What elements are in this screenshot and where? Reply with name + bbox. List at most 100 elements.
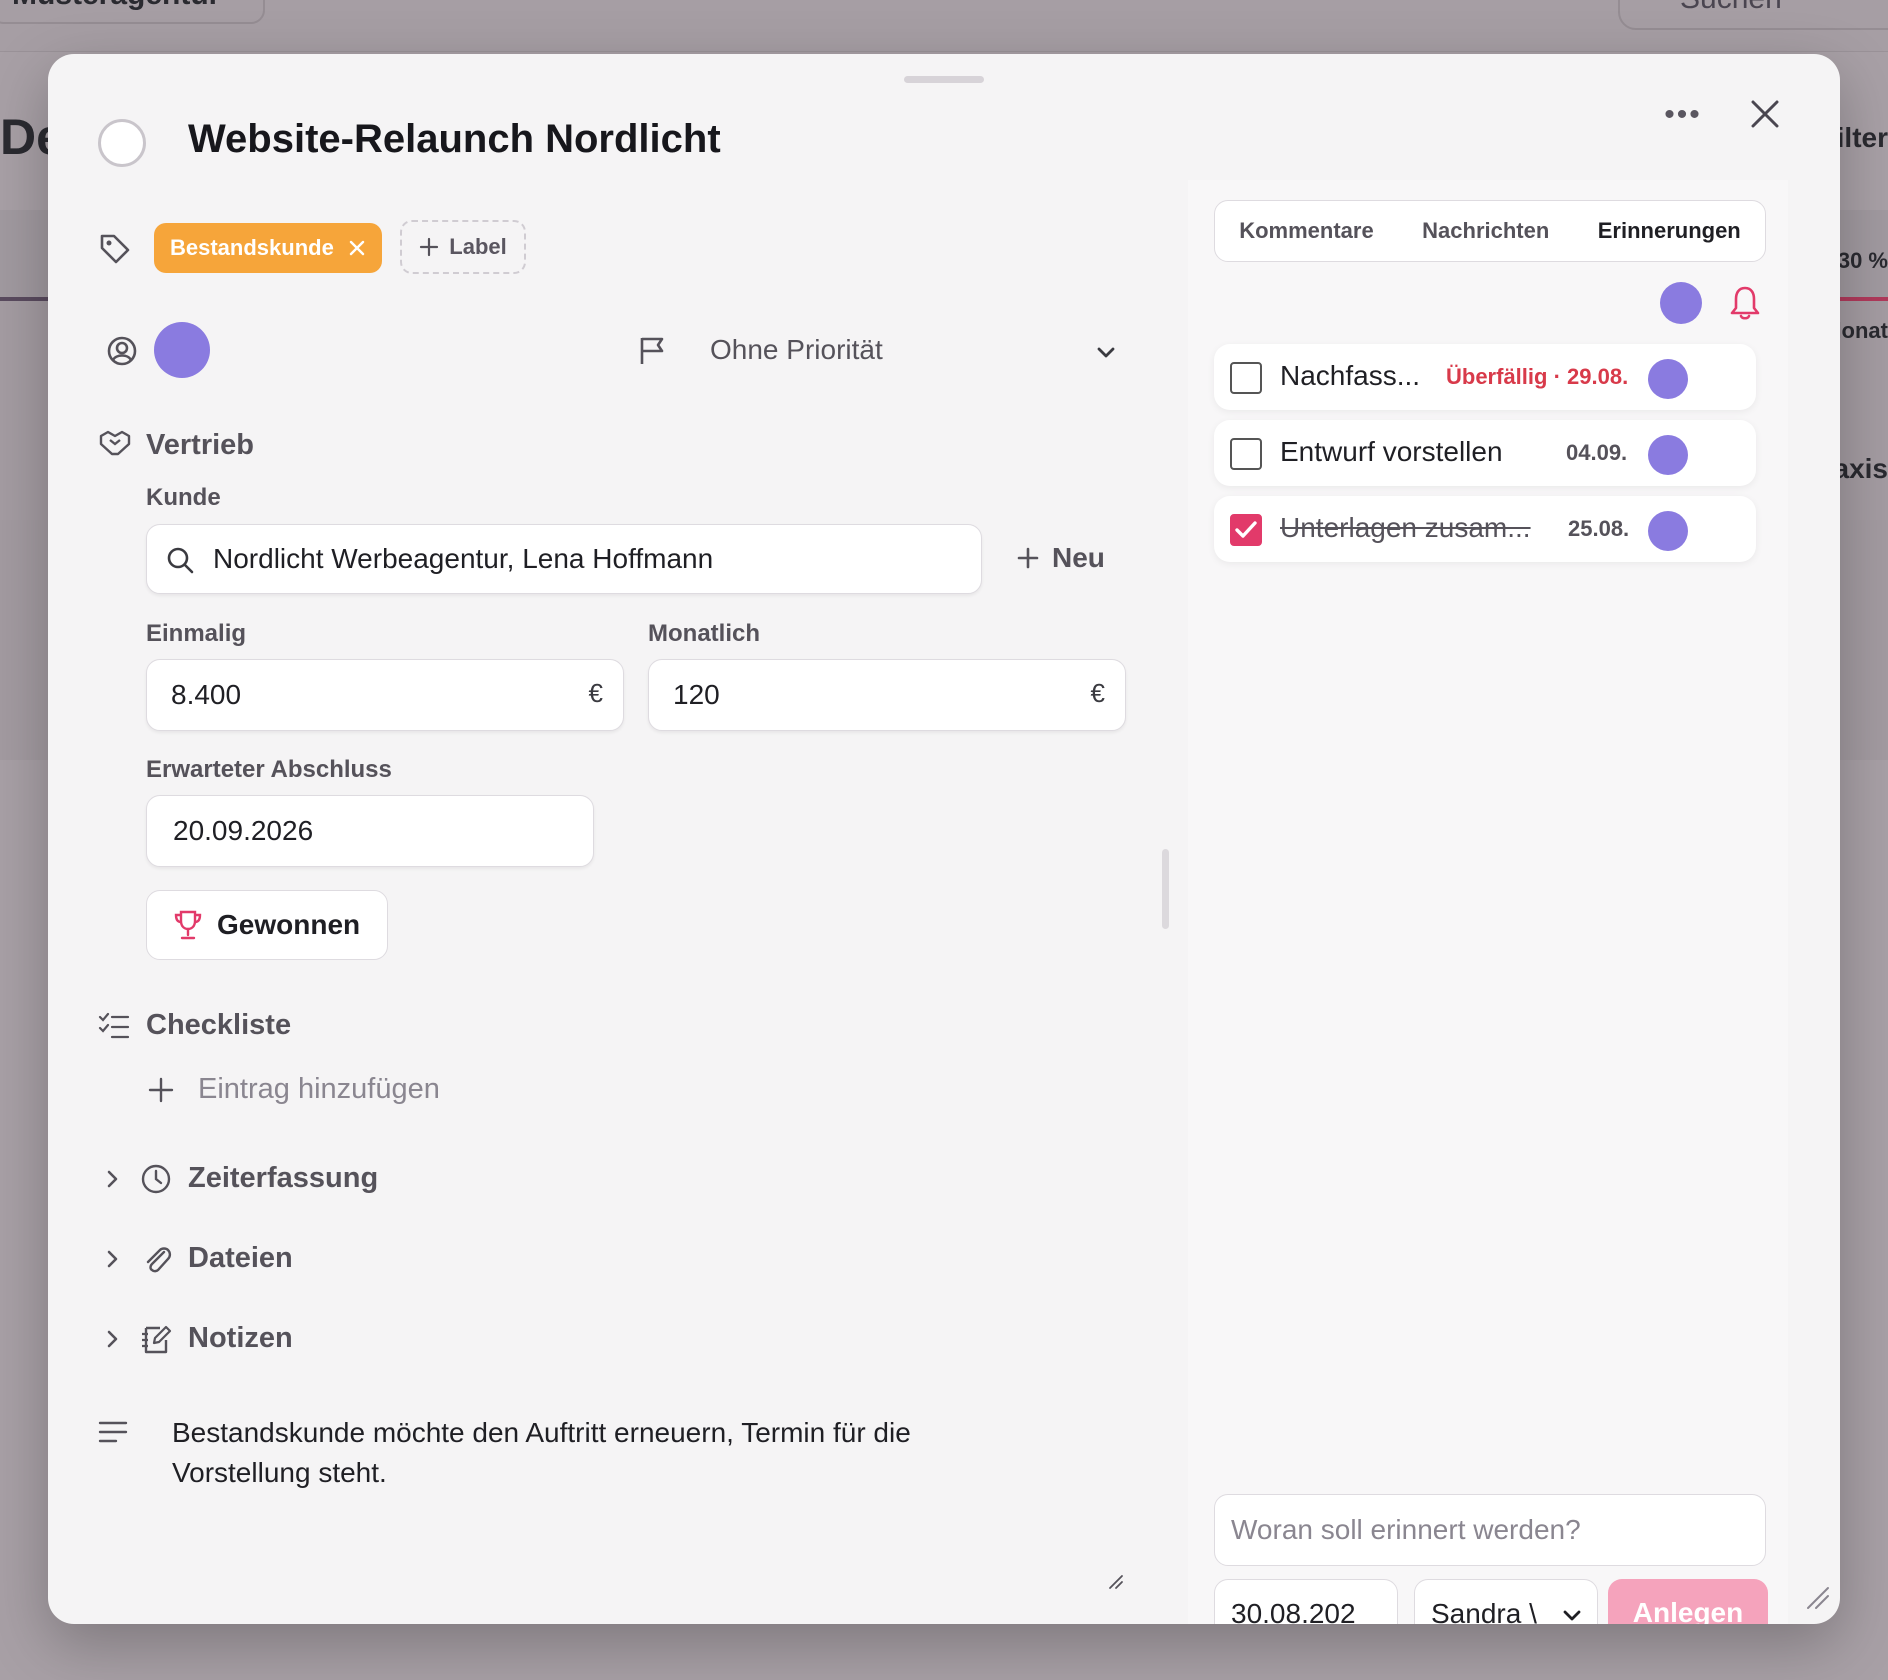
once-label: Einmalig bbox=[146, 620, 247, 647]
add-label-text: Label bbox=[449, 234, 507, 259]
section-label: Zeiterfassung bbox=[188, 1162, 379, 1194]
tag-icon bbox=[100, 234, 130, 264]
background-filter-text: ilter bbox=[1836, 122, 1888, 153]
close-date-value: 20.09.2026 bbox=[173, 815, 314, 846]
priority-select[interactable]: Ohne Priorität bbox=[710, 334, 883, 366]
reminder-assignee-avatar bbox=[1648, 511, 1688, 551]
once-amount-field[interactable]: 8.400 € bbox=[146, 659, 624, 731]
assignee-value: Sandra \ bbox=[1431, 1598, 1537, 1624]
reminder-text: Entwurf vorstellen bbox=[1280, 436, 1503, 467]
section-time-tracking[interactable]: Zeiterfassung bbox=[100, 1162, 378, 1195]
tab-reminders[interactable]: Erinnerungen bbox=[1598, 218, 1741, 244]
new-customer-button[interactable]: Neu bbox=[1016, 542, 1105, 574]
reminder-date-input[interactable]: 30.08.202 bbox=[1214, 1579, 1398, 1624]
scrollbar[interactable] bbox=[1162, 849, 1169, 929]
reminder-text: Nachfass... bbox=[1280, 360, 1421, 391]
chevron-down-icon[interactable] bbox=[1094, 340, 1118, 364]
reminder-checkbox[interactable] bbox=[1230, 362, 1262, 394]
clock-icon bbox=[141, 1164, 171, 1193]
monthly-amount-field[interactable]: 120 € bbox=[648, 659, 1126, 731]
sales-section-title: Vertrieb bbox=[146, 429, 254, 461]
customer-value: Nordlicht Werbeagentur, Lena Hoffmann bbox=[213, 543, 714, 574]
chevron-right-icon bbox=[107, 1330, 118, 1347]
monthly-amount-value: 120 bbox=[673, 679, 720, 710]
plus-icon bbox=[148, 1077, 174, 1102]
task-title[interactable]: Website-Relaunch Nordlicht bbox=[188, 117, 721, 162]
plus-icon bbox=[420, 237, 439, 257]
checkmark-icon bbox=[1235, 521, 1257, 538]
reminder-date: Überfällig · 29.08. bbox=[1446, 364, 1629, 389]
section-files[interactable]: Dateien bbox=[100, 1242, 293, 1275]
background-topbar bbox=[0, 0, 1888, 52]
label-bestandskunde[interactable]: Bestandskunde bbox=[154, 223, 382, 273]
reminder-text-input[interactable]: Woran soll erinnert werden? bbox=[1214, 1494, 1766, 1566]
close-icon bbox=[1751, 100, 1779, 128]
reminder-assignee-select[interactable]: Sandra \ bbox=[1414, 1579, 1598, 1624]
customer-label: Kunde bbox=[146, 484, 221, 511]
reminder-checkbox[interactable] bbox=[1230, 514, 1262, 546]
user-circle-icon bbox=[107, 336, 137, 366]
new-customer-text: Neu bbox=[1052, 542, 1105, 573]
currency-symbol: € bbox=[1090, 678, 1105, 708]
label-text: Bestandskunde bbox=[170, 235, 334, 260]
reminder-checkbox[interactable] bbox=[1230, 438, 1262, 470]
trophy-icon bbox=[174, 910, 202, 940]
close-date-field[interactable]: 20.09.2026 bbox=[146, 795, 594, 867]
background-month-text: lonat bbox=[1835, 318, 1888, 343]
reminder-item[interactable]: Nachfass... Überfällig · 29.08. bbox=[1214, 344, 1756, 410]
background-search: Suchen bbox=[1618, 0, 1888, 30]
tab-comments[interactable]: Kommentare bbox=[1239, 218, 1373, 244]
section-label: Dateien bbox=[188, 1242, 293, 1274]
activity-tabs: Kommentare Nachrichten Erinnerungen bbox=[1214, 200, 1766, 262]
paperclip-icon bbox=[146, 1246, 172, 1272]
won-button[interactable]: Gewonnen bbox=[146, 890, 388, 960]
chevron-right-icon bbox=[107, 1170, 118, 1187]
close-button[interactable] bbox=[1743, 92, 1787, 136]
reminder-item[interactable]: Entwurf vorstellen 04.09. bbox=[1214, 420, 1756, 486]
won-button-text: Gewonnen bbox=[217, 909, 361, 940]
reminder-text: Unterlagen zusam... bbox=[1280, 512, 1531, 543]
description-icon bbox=[98, 1421, 128, 1443]
once-amount-value: 8.400 bbox=[171, 679, 242, 710]
background-workspace-switcher: Musteragentur bbox=[0, 0, 265, 24]
background-percent-text: 30 % bbox=[1837, 248, 1888, 273]
reminder-assignee-avatar bbox=[1648, 359, 1688, 399]
checklist-icon bbox=[98, 1012, 130, 1039]
section-label: Notizen bbox=[188, 1322, 293, 1354]
task-detail-modal: Website-Relaunch Nordlicht ••• Bestandsk… bbox=[48, 54, 1840, 1624]
resize-handle-icon[interactable] bbox=[1106, 1572, 1126, 1592]
description-text[interactable]: Bestandskunde möchte den Auftritt erneue… bbox=[172, 1413, 1032, 1493]
assignee-avatar[interactable] bbox=[154, 322, 210, 378]
drag-handle[interactable] bbox=[904, 76, 984, 83]
checklist-title: Checkliste bbox=[146, 1009, 292, 1041]
reminder-item[interactable]: Unterlagen zusam... 25.08. bbox=[1214, 496, 1756, 562]
search-icon bbox=[167, 547, 194, 574]
complete-task-toggle[interactable] bbox=[98, 119, 146, 167]
add-checklist-entry[interactable]: Eintrag hinzufügen bbox=[148, 1073, 440, 1106]
background-divider bbox=[0, 297, 50, 301]
chevron-down-icon bbox=[1563, 1610, 1581, 1621]
reminder-date: 04.09. bbox=[1566, 440, 1628, 465]
section-notes[interactable]: Notizen bbox=[100, 1322, 293, 1355]
background-axis-text: axis bbox=[1833, 453, 1888, 484]
handshake-icon bbox=[99, 430, 131, 456]
currency-symbol: € bbox=[588, 678, 603, 708]
more-options-button[interactable]: ••• bbox=[1658, 98, 1708, 138]
reminder-assignee-avatar bbox=[1648, 435, 1688, 475]
customer-field[interactable]: Nordlicht Werbeagentur, Lena Hoffmann bbox=[146, 524, 982, 594]
add-checklist-entry-text: Eintrag hinzufügen bbox=[198, 1073, 440, 1105]
reminder-date: 25.08. bbox=[1568, 516, 1630, 541]
remove-label-icon[interactable] bbox=[348, 239, 366, 257]
monthly-label: Monatlich bbox=[648, 620, 760, 647]
reminder-filter-avatar[interactable] bbox=[1660, 282, 1702, 324]
bell-icon[interactable] bbox=[1728, 284, 1762, 322]
add-label-button[interactable]: Label bbox=[400, 220, 526, 274]
chevron-right-icon bbox=[107, 1250, 118, 1267]
create-reminder-button[interactable]: Anlegen bbox=[1608, 1579, 1768, 1624]
plus-icon bbox=[1017, 547, 1039, 569]
resize-handle-icon[interactable] bbox=[1804, 1584, 1832, 1612]
flag-icon bbox=[640, 337, 664, 364]
tab-messages[interactable]: Nachrichten bbox=[1422, 218, 1549, 244]
notes-icon bbox=[142, 1325, 172, 1353]
close-date-label: Erwarteter Abschluss bbox=[146, 756, 392, 783]
